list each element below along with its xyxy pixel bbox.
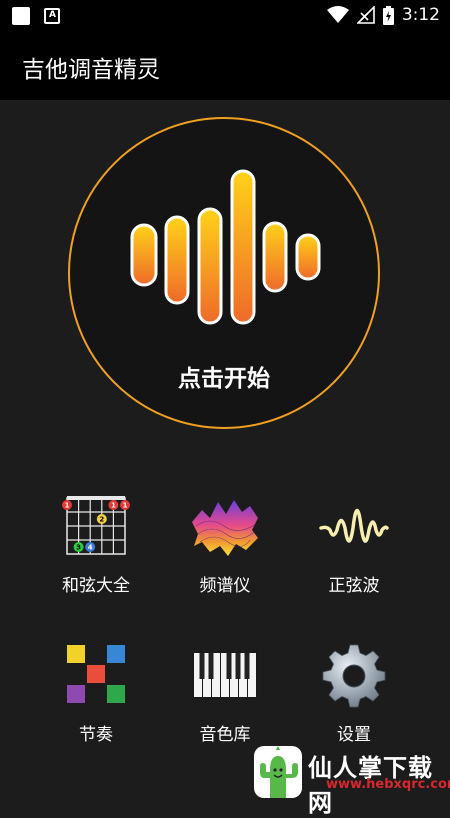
svg-text:1: 1 (111, 502, 116, 510)
status-bar: A 3:12 (0, 0, 450, 32)
sine-wave-icon (319, 508, 389, 543)
spectrum-icon (192, 500, 258, 556)
piano-icon (192, 651, 258, 699)
battery-icon (382, 5, 394, 25)
feature-rhythm-label: 节奏 (79, 725, 113, 745)
wifi-icon (326, 6, 349, 23)
gear-icon (322, 644, 386, 708)
notification-square-icon (12, 7, 30, 25)
feature-sine-wave-label: 正弦波 (328, 576, 380, 596)
status-time: 3:12 (401, 5, 440, 25)
cactus-logo-icon (254, 746, 302, 798)
app-bar: 吉他调音精灵 (0, 32, 450, 100)
signal-icon (356, 6, 375, 24)
watermark-url: www.hebxqrc.com (326, 777, 450, 792)
svg-text:2: 2 (99, 516, 104, 524)
rhythm-blocks-icon (67, 645, 125, 703)
svg-text:3: 3 (76, 544, 81, 552)
svg-text:1: 1 (65, 502, 70, 510)
start-label: 点击开始 (178, 366, 270, 392)
feature-sound-library-label: 音色库 (199, 725, 251, 745)
app-title: 吉他调音精灵 (22, 57, 160, 83)
chord-diagram-icon: 1 1 1 2 3 4 (62, 496, 130, 555)
start-button[interactable]: 点击开始 (68, 117, 380, 429)
sound-wave-icon (130, 169, 321, 325)
feature-chords-label: 和弦大全 (62, 576, 130, 596)
svg-text:4: 4 (88, 544, 93, 552)
watermark-banner: 仙人掌下载网 www.hebxqrc.com (252, 744, 450, 817)
feature-settings-label: 设置 (337, 725, 371, 745)
svg-text:1: 1 (123, 502, 128, 510)
feature-spectrum-label: 频谱仪 (199, 576, 251, 596)
a-notification-icon: A (44, 8, 60, 24)
